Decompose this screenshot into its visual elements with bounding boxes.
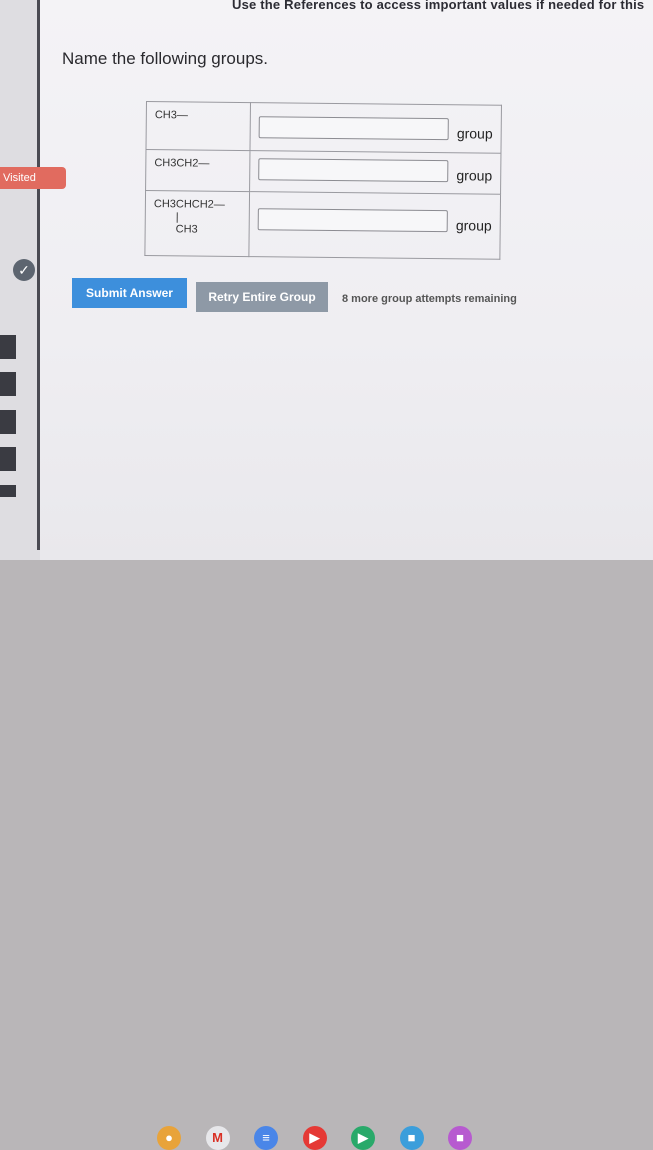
answer-cell: group bbox=[249, 150, 501, 195]
docs-icon[interactable]: ≡ bbox=[254, 1126, 278, 1150]
group-name-input[interactable] bbox=[257, 208, 448, 233]
files-icon[interactable]: ■ bbox=[399, 1126, 424, 1150]
answer-cell: group bbox=[249, 102, 502, 154]
table-row: CH3CH2— group bbox=[145, 149, 501, 195]
structural-formula: CH3CH2— bbox=[154, 157, 210, 170]
group-name-input[interactable] bbox=[258, 158, 449, 183]
structural-formula: CH3— bbox=[154, 109, 188, 122]
nav-marker[interactable] bbox=[0, 372, 16, 396]
branch-bond-icon: | bbox=[175, 211, 179, 224]
formula-cell: CH3— bbox=[145, 101, 251, 151]
references-note[interactable]: Use the References to access important v… bbox=[232, 0, 644, 12]
attempts-remaining-text: 8 more group attempts remaining bbox=[342, 293, 517, 305]
structural-formula: CH3CHCH2— bbox=[153, 198, 225, 211]
gmail-icon[interactable]: M bbox=[205, 1126, 230, 1150]
youtube-icon[interactable]: ▶ bbox=[302, 1126, 327, 1150]
rail-divider bbox=[37, 0, 40, 550]
question-instructions: Name the following groups. bbox=[62, 49, 269, 68]
browser-viewport: Visited ✓ Use the References to access i… bbox=[0, 0, 653, 560]
retry-entire-group-button[interactable]: Retry Entire Group bbox=[196, 282, 328, 312]
formula-cell: CH3CHCH2— | CH3 bbox=[144, 190, 250, 257]
answer-cell: group bbox=[248, 191, 501, 260]
groups-table: CH3— group CH3CH2— group CH3CHCH2— | CH3 bbox=[144, 101, 502, 260]
nav-marker[interactable] bbox=[0, 485, 16, 497]
branch-group: CH3 bbox=[175, 223, 198, 236]
nav-marker[interactable] bbox=[0, 335, 16, 359]
unit-label: group bbox=[456, 167, 493, 184]
submit-answer-button[interactable]: Submit Answer bbox=[72, 278, 187, 308]
unit-label: group bbox=[455, 217, 492, 234]
shelf-taskbar: ● M ≡ ▶ ▶ ■ ■ bbox=[0, 560, 653, 1150]
photos-icon[interactable]: ■ bbox=[448, 1126, 472, 1150]
formula-cell: CH3CH2— bbox=[145, 149, 250, 192]
table-row: CH3CHCH2— | CH3 group bbox=[144, 190, 501, 260]
group-name-input[interactable] bbox=[258, 116, 449, 141]
previous-question-icon[interactable]: ✓ bbox=[13, 259, 35, 281]
table-row: CH3— group bbox=[145, 101, 502, 154]
chrome-icon[interactable]: ● bbox=[157, 1126, 181, 1150]
visited-badge[interactable]: Visited bbox=[0, 167, 66, 189]
unit-label: group bbox=[456, 125, 493, 142]
nav-marker[interactable] bbox=[0, 447, 16, 471]
play-store-icon[interactable]: ▶ bbox=[351, 1126, 375, 1150]
nav-marker[interactable] bbox=[0, 410, 16, 434]
